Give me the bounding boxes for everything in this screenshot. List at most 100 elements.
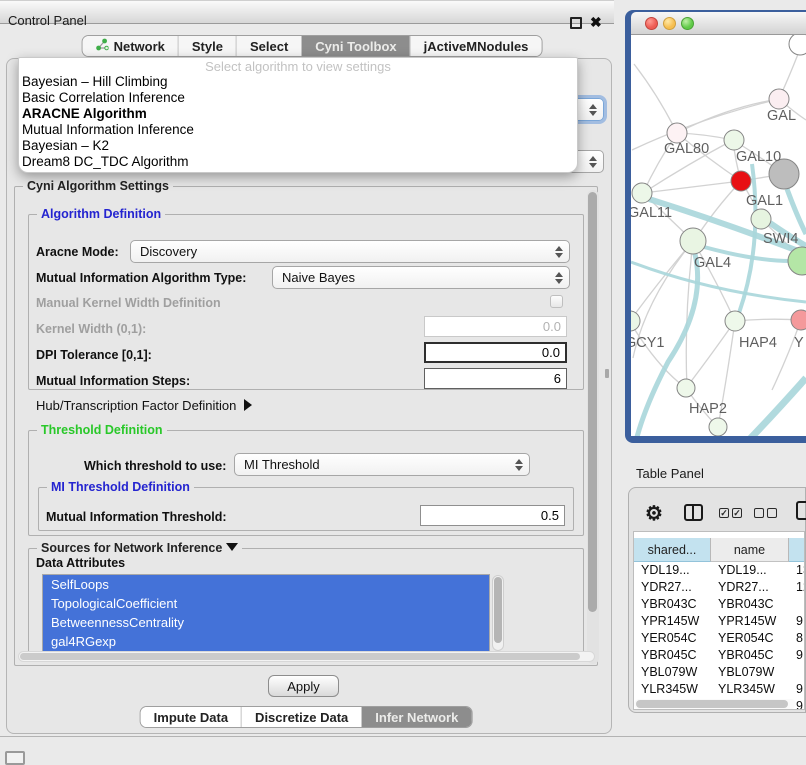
- tab-network[interactable]: Network: [83, 36, 178, 56]
- unchecked-column-icon[interactable]: [767, 508, 777, 518]
- sources-group-title[interactable]: Sources for Network Inference: [37, 541, 242, 555]
- zoom-traffic-light-icon[interactable]: [681, 17, 694, 30]
- table-row[interactable]: YER054CYER054C8.: [634, 630, 804, 647]
- mi-threshold-input[interactable]: 0.5: [420, 505, 565, 526]
- network-node-hap2[interactable]: [677, 379, 695, 397]
- network-node-hap4[interactable]: [725, 311, 745, 331]
- network-edge[interactable]: [677, 99, 779, 133]
- table-cell: YBL079W: [711, 664, 789, 681]
- network-node-gal4[interactable]: [680, 228, 706, 254]
- network-edge-highlighted[interactable]: [746, 378, 806, 436]
- hub-definition-label: Hub/Transcription Factor Definition: [36, 398, 236, 413]
- hub-definition-toggle[interactable]: Hub/Transcription Factor Definition: [36, 398, 252, 413]
- tab-label: Network: [114, 39, 165, 54]
- table-cell: [789, 596, 805, 613]
- bottom-tab-infer-network[interactable]: Infer Network: [361, 707, 471, 727]
- network-node-swi4[interactable]: [751, 209, 771, 229]
- column-header-1[interactable]: name: [711, 538, 789, 562]
- unchecked-column-icon[interactable]: [754, 508, 764, 518]
- node-table: shared...nameA YDL19...YDL19...13YDR27..…: [633, 531, 805, 710]
- attribute-list-item[interactable]: SelfLoops: [43, 575, 489, 594]
- column-header-2[interactable]: A: [789, 538, 805, 562]
- attribute-list-scrollbar[interactable]: [492, 575, 504, 651]
- tab-style[interactable]: Style: [178, 36, 236, 56]
- minimize-traffic-light-icon[interactable]: [663, 17, 676, 30]
- which-threshold-select[interactable]: MI Threshold: [234, 453, 530, 476]
- table-row[interactable]: YDR27...YDR27...12: [634, 579, 804, 596]
- algorithm-option[interactable]: Bayesian – K2: [19, 138, 577, 154]
- network-node-gal1[interactable]: [731, 171, 751, 191]
- table-row[interactable]: YBL079WYBL079W: [634, 664, 804, 681]
- settings-vertical-scrollbar[interactable]: [587, 190, 599, 664]
- combo-stepper-icon: [555, 272, 563, 284]
- mi-algorithm-type-select[interactable]: Naive Bayes: [272, 266, 570, 289]
- network-node-gal10[interactable]: [724, 130, 744, 150]
- table-row[interactable]: YDL19...YDL19...13: [634, 562, 804, 579]
- attribute-list-item[interactable]: TopologicalCoefficient: [43, 594, 489, 613]
- table-cell: YDL19...: [711, 562, 789, 579]
- split-columns-icon[interactable]: [684, 504, 703, 521]
- dpi-tolerance-input[interactable]: 0.0: [424, 342, 567, 363]
- network-node-label: HAP4: [739, 335, 777, 351]
- network-window-titlebar[interactable]: [631, 12, 806, 35]
- table-row[interactable]: YBR043CYBR043C: [634, 596, 804, 613]
- table-cell: YBR043C: [711, 596, 789, 613]
- checked-column-icon[interactable]: ✓: [719, 508, 729, 518]
- manual-kernel-checkbox[interactable]: [550, 295, 563, 308]
- control-panel-titlebar: Control Panel ✖: [0, 0, 614, 24]
- algorithm-dropdown-placeholder: Select algorithm to view settings: [19, 59, 577, 74]
- network-node-gcy1[interactable]: [631, 311, 640, 331]
- network-node-gal[interactable]: [769, 89, 789, 109]
- table-row[interactable]: YPR145WYPR145W9.: [634, 613, 804, 630]
- algorithm-option[interactable]: Mutual Information Inference: [19, 122, 577, 138]
- tab-jactivemnodules[interactable]: jActiveMNodules: [410, 36, 542, 56]
- algorithm-option[interactable]: ARACNE Algorithm: [19, 106, 577, 122]
- network-edge[interactable]: [634, 64, 677, 133]
- network-node[interactable]: [789, 35, 806, 55]
- table-cell: 13: [789, 562, 805, 579]
- apply-button[interactable]: Apply: [268, 675, 339, 697]
- tab-label: Style: [192, 39, 223, 54]
- algorithm-option[interactable]: Basic Correlation Inference: [19, 90, 577, 106]
- network-canvas[interactable]: GALGAL80GAL10GAL1GAL11SWI4GAL4GCY1HAP4YH…: [631, 35, 806, 436]
- table-horizontal-scrollbar[interactable]: [634, 699, 796, 709]
- table-row[interactable]: YLR345WYLR345W9.: [634, 681, 804, 698]
- network-node-label: GAL11: [631, 205, 672, 221]
- algorithm-dropdown-options: Bayesian – Hill ClimbingBasic Correlatio…: [19, 74, 577, 170]
- document-icon[interactable]: [796, 501, 806, 520]
- network-node-gal11[interactable]: [632, 183, 652, 203]
- column-header-0[interactable]: shared...: [634, 538, 711, 562]
- aracne-mode-select[interactable]: Discovery: [130, 240, 570, 263]
- tab-cyni-toolbox[interactable]: Cyni Toolbox: [301, 36, 409, 56]
- network-edge[interactable]: [643, 181, 741, 193]
- network-node-label: GCY1: [631, 335, 665, 351]
- minimized-panel-icon[interactable]: [5, 751, 25, 765]
- settings-horizontal-scrollbar[interactable]: [18, 651, 595, 662]
- data-attributes-list: SelfLoopsTopologicalCoefficientBetweenne…: [42, 574, 490, 652]
- table-cell: 9.: [789, 613, 805, 630]
- kernel-width-input[interactable]: 0.0: [424, 316, 567, 337]
- table-row[interactable]: YBR045CYBR045C9.: [634, 647, 804, 664]
- network-node[interactable]: [709, 418, 727, 436]
- tab-label: jActiveMNodules: [424, 39, 529, 54]
- close-icon[interactable]: ✖: [590, 16, 602, 28]
- mi-steps-input[interactable]: 6: [424, 368, 567, 389]
- table-settings-gear-icon[interactable]: ⚙: [645, 501, 663, 526]
- algorithm-option[interactable]: Dream8 DC_TDC Algorithm: [19, 154, 577, 170]
- network-node-y[interactable]: [791, 310, 806, 330]
- close-traffic-light-icon[interactable]: [645, 17, 658, 30]
- network-edge[interactable]: [772, 320, 801, 390]
- attribute-list-item[interactable]: gal4RGexp: [43, 632, 489, 651]
- float-window-icon[interactable]: [570, 17, 582, 29]
- network-node-gal80[interactable]: [667, 123, 687, 143]
- tab-select[interactable]: Select: [236, 36, 301, 56]
- combo-stepper-icon: [515, 459, 523, 471]
- network-edge[interactable]: [686, 321, 735, 388]
- checked-column-icon[interactable]: ✓: [732, 508, 742, 518]
- attribute-list-item[interactable]: BetweennessCentrality: [43, 613, 489, 632]
- algorithm-option[interactable]: Bayesian – Hill Climbing: [19, 74, 577, 90]
- splitter-handle[interactable]: [605, 369, 609, 378]
- bottom-tab-discretize-data[interactable]: Discretize Data: [241, 707, 361, 727]
- bottom-tab-impute-data[interactable]: Impute Data: [141, 707, 241, 727]
- network-edge-highlighted[interactable]: [787, 189, 806, 234]
